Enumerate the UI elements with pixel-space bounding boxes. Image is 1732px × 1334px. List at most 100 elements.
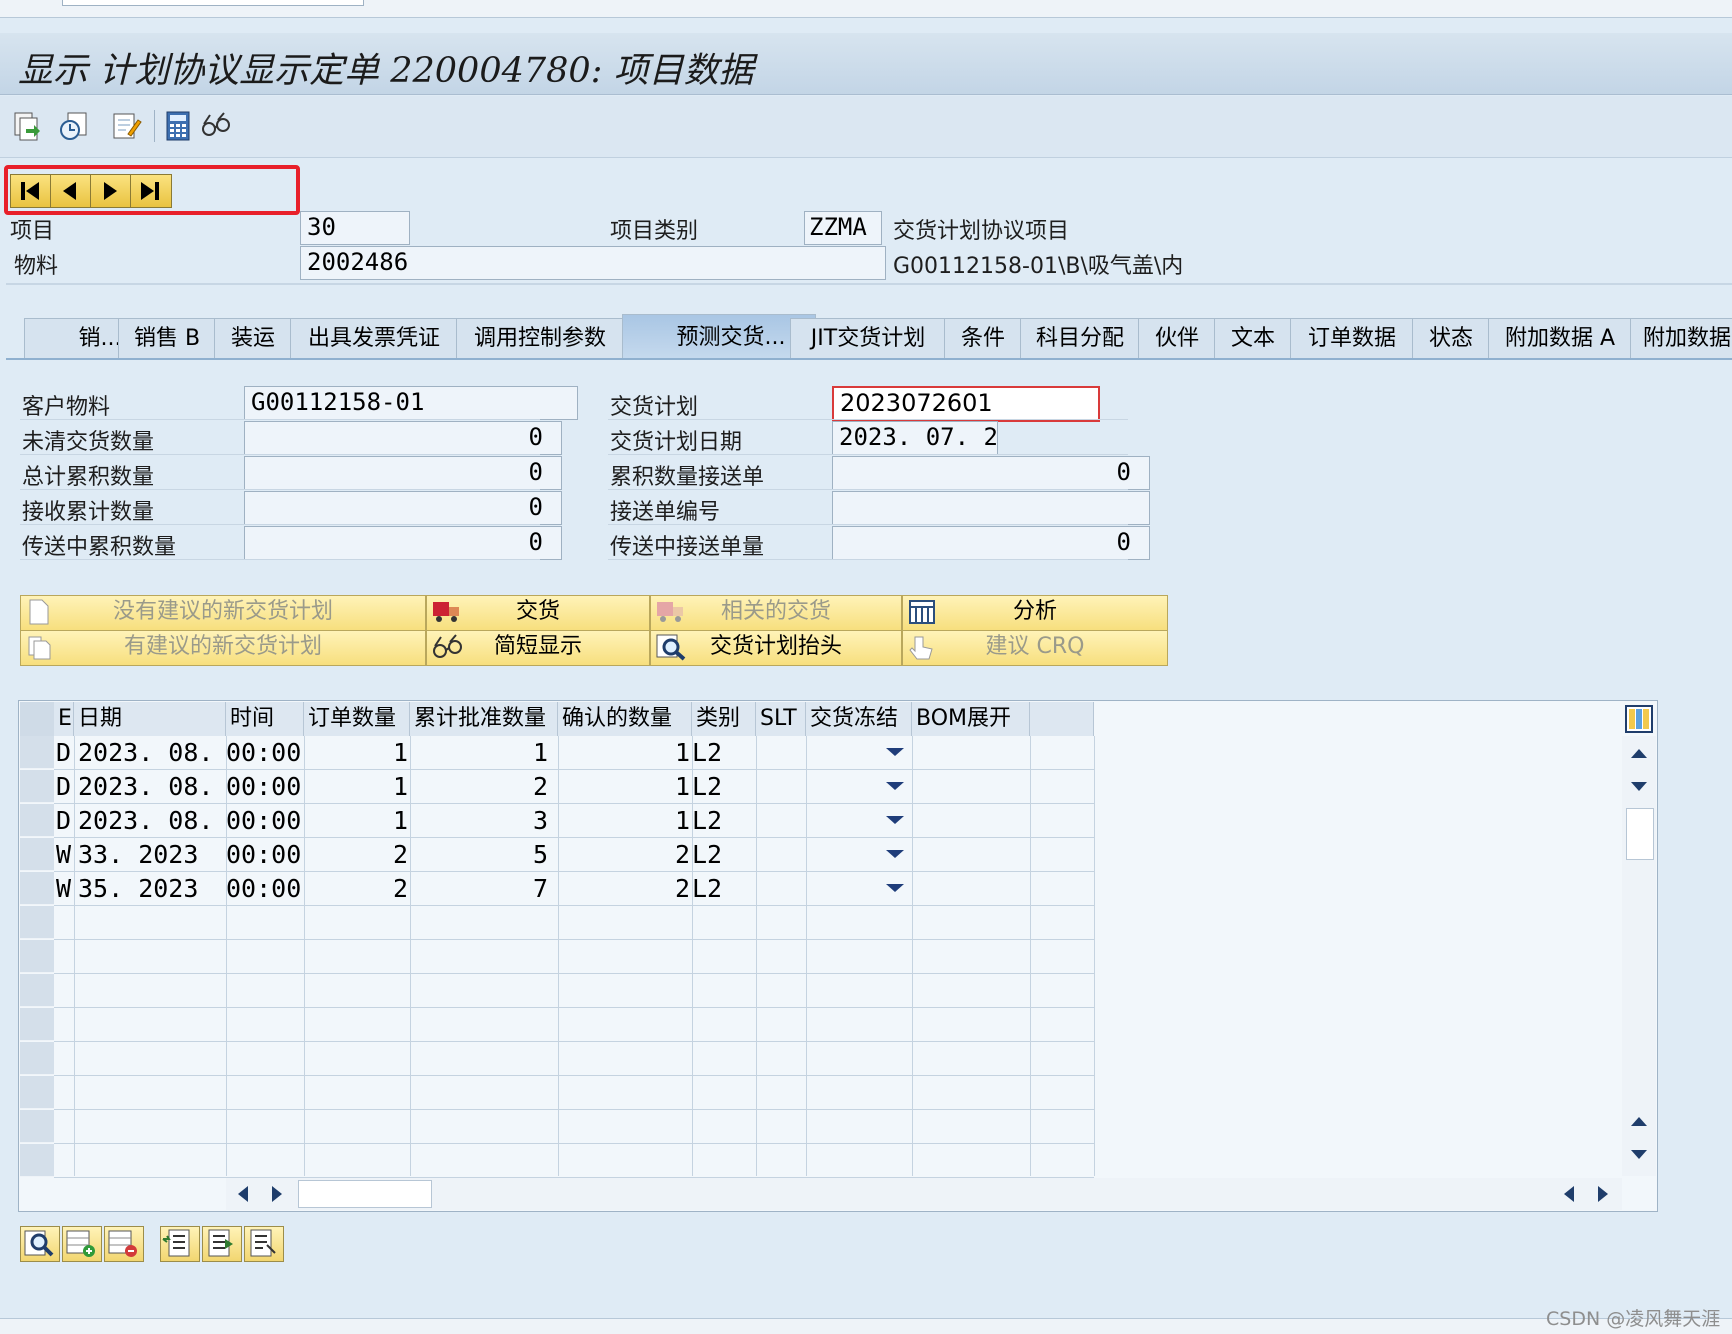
cell-cum-approved-qty[interactable]: 1: [410, 736, 548, 770]
cell-category[interactable]: L2: [692, 804, 756, 838]
insert-row-button[interactable]: [62, 1226, 102, 1262]
vertical-scrollbar[interactable]: [1622, 736, 1656, 1176]
short-display-button[interactable]: 简短显示: [426, 630, 650, 666]
schedule-header-button[interactable]: 交货计划抬头: [650, 630, 902, 666]
cell-date[interactable]: 35. 2023: [78, 872, 226, 906]
cell-category[interactable]: L2: [692, 838, 756, 872]
first-item-button[interactable]: [10, 174, 52, 208]
table-settings-icon[interactable]: [1624, 704, 1654, 734]
cell-order-qty[interactable]: 2: [304, 838, 410, 872]
cell-type[interactable]: D: [56, 736, 74, 770]
row-selector[interactable]: [20, 1110, 54, 1143]
col-header-category[interactable]: 类别: [692, 702, 756, 736]
delivery-block-dropdown-icon[interactable]: [886, 884, 904, 892]
deselect-all-button[interactable]: [244, 1226, 284, 1262]
row-selector[interactable]: [20, 1042, 54, 1075]
line-details-button[interactable]: [20, 1226, 60, 1262]
clock-document-icon[interactable]: [58, 110, 90, 142]
in-transit-dispatch-qty-field[interactable]: 0: [832, 526, 1150, 560]
row-selector[interactable]: [20, 974, 54, 1007]
cell-type[interactable]: W: [56, 838, 74, 872]
row-selector[interactable]: [20, 872, 54, 905]
cell-time[interactable]: 00:00: [226, 838, 304, 872]
cell-time[interactable]: 00:00: [226, 804, 304, 838]
delivery-block-dropdown-icon[interactable]: [886, 816, 904, 824]
cell-date[interactable]: 2023. 08. 01: [78, 736, 226, 770]
col-header-e[interactable]: E: [54, 702, 74, 736]
scroll-far-right-icon[interactable]: [1596, 1185, 1610, 1203]
cell-date[interactable]: 2023. 08. 03: [78, 770, 226, 804]
cell-type[interactable]: D: [56, 804, 74, 838]
cell-cum-approved-qty[interactable]: 2: [410, 770, 548, 804]
cell-cum-approved-qty[interactable]: 3: [410, 804, 548, 838]
horizontal-scroll-thumb[interactable]: [298, 1180, 432, 1208]
command-field[interactable]: [62, 0, 364, 6]
cell-type[interactable]: D: [56, 770, 74, 804]
cell-type[interactable]: W: [56, 872, 74, 906]
last-item-button[interactable]: [130, 174, 172, 208]
customer-material-field[interactable]: G00112158-01: [244, 386, 578, 420]
cell-date[interactable]: 2023. 08. 05: [78, 804, 226, 838]
col-header-date[interactable]: 日期: [74, 702, 226, 736]
calculator-icon[interactable]: [162, 110, 194, 142]
tab-jit-schedule[interactable]: JIT交货计划: [790, 318, 946, 360]
select-block-button[interactable]: [202, 1226, 242, 1262]
cell-category[interactable]: L2: [692, 872, 756, 906]
row-selector[interactable]: [20, 1076, 54, 1109]
col-header-order-qty[interactable]: 订单数量: [304, 702, 410, 736]
col-header-time[interactable]: 时间: [226, 702, 304, 736]
delivery-block-dropdown-icon[interactable]: [886, 850, 904, 858]
cell-order-qty[interactable]: 1: [304, 804, 410, 838]
tab-account-assignment[interactable]: 科目分配: [1020, 318, 1140, 360]
cell-confirmed-qty[interactable]: 1: [558, 770, 692, 804]
row-selector[interactable]: [20, 804, 54, 837]
scroll-down-icon[interactable]: [1629, 780, 1649, 794]
tab-partners[interactable]: 伙伴: [1138, 318, 1216, 360]
open-delivery-qty-field[interactable]: 0: [244, 421, 562, 455]
tab-shipping[interactable]: 装运: [214, 318, 292, 360]
tab-additional-a[interactable]: 附加数据 A: [1488, 318, 1632, 360]
delivery-block-dropdown-icon[interactable]: [886, 748, 904, 756]
glasses-icon[interactable]: [200, 110, 232, 142]
cell-confirmed-qty[interactable]: 1: [558, 804, 692, 838]
edit-document-icon[interactable]: [110, 110, 142, 142]
delete-row-button[interactable]: [104, 1226, 144, 1262]
cell-cum-approved-qty[interactable]: 5: [410, 838, 548, 872]
select-all-cell[interactable]: [20, 702, 54, 736]
tab-sales-b[interactable]: 销售 B: [118, 318, 216, 360]
item-field[interactable]: 30: [300, 211, 410, 245]
col-header-confirmed-qty[interactable]: 确认的数量: [558, 702, 692, 736]
proposal-crq-button[interactable]: 建议 CRQ: [902, 630, 1168, 666]
tab-order-data[interactable]: 订单数据: [1290, 318, 1414, 360]
tab-billing[interactable]: 出具发票凭证: [290, 318, 458, 360]
cell-time[interactable]: 00:00: [226, 736, 304, 770]
col-header-delivery-block[interactable]: 交货冻结: [806, 702, 912, 736]
related-deliveries-button[interactable]: 相关的交货: [650, 595, 902, 631]
cell-date[interactable]: 33. 2023: [78, 838, 226, 872]
cell-order-qty[interactable]: 1: [304, 736, 410, 770]
col-header-bom-explosion[interactable]: BOM展开: [912, 702, 1030, 736]
tab-texts[interactable]: 文本: [1214, 318, 1292, 360]
row-selector[interactable]: [20, 940, 54, 973]
row-selector[interactable]: [20, 736, 54, 769]
cell-category[interactable]: L2: [692, 770, 756, 804]
scroll-page-down-icon[interactable]: [1629, 1148, 1649, 1162]
delivery-button[interactable]: 交货: [426, 595, 650, 631]
material-field[interactable]: 2002486: [300, 246, 886, 280]
dispatch-number-field[interactable]: [832, 491, 1150, 525]
col-header-cum-approved-qty[interactable]: 累计批准数量: [410, 702, 558, 736]
received-cum-qty-field[interactable]: 0: [244, 491, 562, 525]
tab-conditions[interactable]: 条件: [944, 318, 1022, 360]
cell-category[interactable]: L2: [692, 736, 756, 770]
delivery-block-dropdown-icon[interactable]: [886, 782, 904, 790]
vertical-scroll-thumb[interactable]: [1626, 808, 1654, 860]
cell-cum-approved-qty[interactable]: 7: [410, 872, 548, 906]
row-selector[interactable]: [20, 1144, 54, 1177]
total-cum-qty-field[interactable]: 0: [244, 456, 562, 490]
analysis-button[interactable]: 分析: [902, 595, 1168, 631]
scroll-up-icon[interactable]: [1629, 746, 1649, 760]
row-selector[interactable]: [20, 1008, 54, 1041]
select-all-rows-button[interactable]: [160, 1226, 200, 1262]
document-arrow-icon[interactable]: [12, 110, 44, 142]
cell-time[interactable]: 00:00: [226, 770, 304, 804]
